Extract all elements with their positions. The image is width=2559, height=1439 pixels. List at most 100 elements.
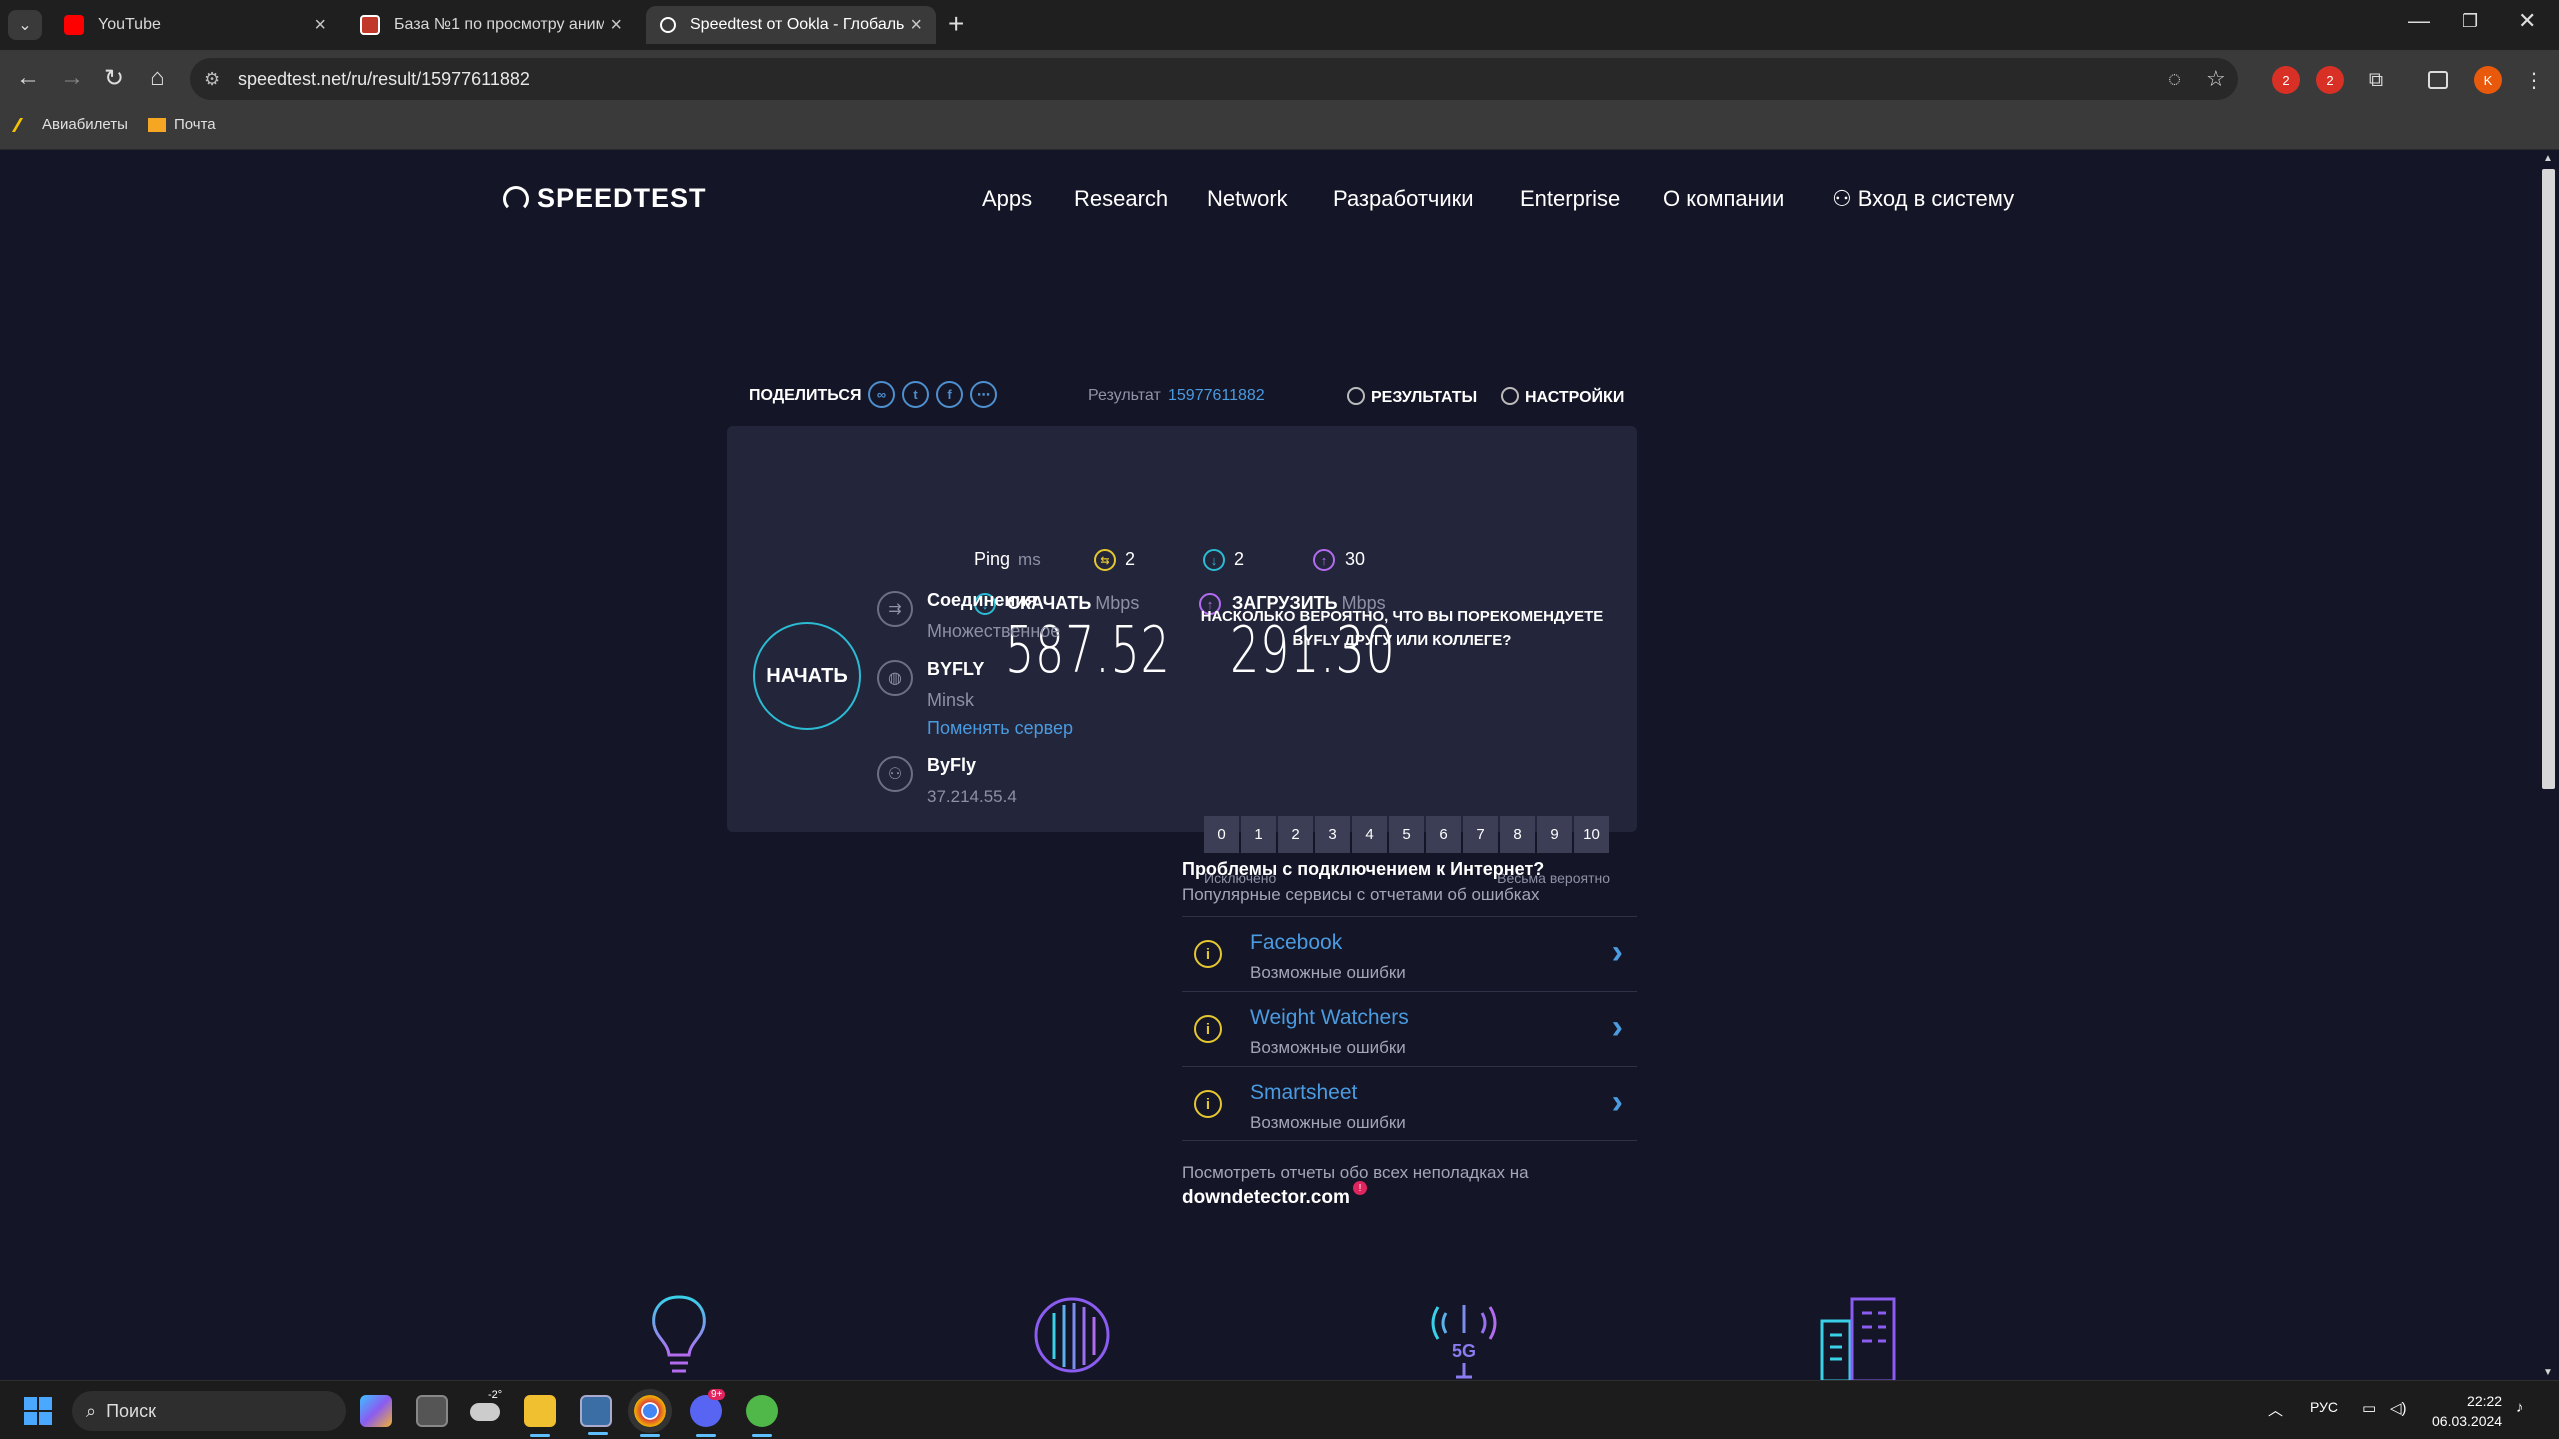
- nav-about[interactable]: О компании: [1663, 186, 1784, 212]
- server-title: BYFLY: [927, 659, 985, 679]
- svg-text:5G: 5G: [1452, 1341, 1476, 1361]
- nav-network[interactable]: Network: [1207, 186, 1288, 212]
- gauge-icon: [503, 185, 529, 212]
- notifications-bell-icon[interactable]: ♪: [2516, 1399, 2524, 1416]
- nav-apps[interactable]: Apps: [982, 186, 1032, 212]
- panel-details: Ping ms ⇆ 2 ↓ 2 ↑ 30 НАЧАТЬ ⇉ Соединения …: [727, 275, 1637, 886]
- user-icon: ⚇: [877, 756, 913, 792]
- anime-site-icon: [360, 15, 380, 35]
- score-4[interactable]: 4: [1352, 816, 1387, 853]
- problem-row-smartsheet[interactable]: i Smartsheet Возможные ошибки ›: [1182, 1066, 1637, 1141]
- bookmark-star-icon[interactable]: ☆: [2206, 66, 2226, 92]
- page-scrollbar[interactable]: ▲ ▼: [2538, 151, 2559, 1380]
- reload-button[interactable]: ↻: [104, 64, 124, 93]
- volume-icon[interactable]: ◁): [2390, 1399, 2407, 1417]
- score-3[interactable]: 3: [1315, 816, 1350, 853]
- eye-off-icon[interactable]: ◌: [2168, 66, 2181, 92]
- file-explorer-icon[interactable]: [524, 1395, 556, 1437]
- plane-icon: [11, 117, 39, 132]
- extension-2-icon[interactable]: 2: [2316, 66, 2344, 94]
- taskbar-clock[interactable]: 22:22 06.03.2024: [2432, 1391, 2502, 1431]
- service-name[interactable]: Weight Watchers: [1250, 1006, 1409, 1030]
- problem-row-weight-watchers[interactable]: i Weight Watchers Возможные ошибки ›: [1182, 991, 1637, 1066]
- copilot-icon[interactable]: [360, 1395, 392, 1427]
- utorrent-icon[interactable]: [746, 1395, 778, 1437]
- browser-menu-icon[interactable]: ⋮: [2520, 66, 2548, 94]
- connections-title: Соединения: [927, 590, 1037, 610]
- home-button[interactable]: ⌂: [150, 64, 165, 92]
- score-1[interactable]: 1: [1241, 816, 1276, 853]
- service-name[interactable]: Smartsheet: [1250, 1081, 1357, 1105]
- tab-anime[interactable]: База №1 по просмотру аниме ×: [346, 6, 636, 44]
- scrollbar-thumb[interactable]: [2542, 169, 2555, 789]
- info-icon: i: [1194, 940, 1222, 968]
- score-9[interactable]: 9: [1537, 816, 1572, 853]
- problems-subheading: Популярные сервисы с отчетами об ошибках: [1182, 885, 1540, 904]
- score-10[interactable]: 10: [1574, 816, 1609, 853]
- score-2[interactable]: 2: [1278, 816, 1313, 853]
- server-city: Minsk: [927, 690, 975, 710]
- downdetector-link[interactable]: downdetector.com: [1182, 1187, 1350, 1209]
- score-0[interactable]: 0: [1204, 816, 1239, 853]
- ping-upload-value: 30: [1345, 549, 1366, 569]
- change-server-link[interactable]: Поменять сервер: [927, 718, 1073, 739]
- speedtest-icon: [660, 17, 676, 33]
- info-icon: i: [1194, 1090, 1222, 1118]
- close-tab-icon[interactable]: ×: [314, 14, 326, 37]
- tab-youtube[interactable]: YouTube ×: [50, 6, 340, 44]
- language-indicator[interactable]: РУС: [2310, 1399, 2338, 1415]
- task-manager-icon[interactable]: [580, 1395, 612, 1435]
- nav-research[interactable]: Research: [1074, 186, 1168, 212]
- score-5[interactable]: 5: [1389, 816, 1424, 853]
- score-8[interactable]: 8: [1500, 816, 1535, 853]
- buildings-icon: [1820, 1297, 1896, 1380]
- bookmark-mail[interactable]: Почта: [148, 116, 216, 133]
- service-name[interactable]: Facebook: [1250, 931, 1342, 955]
- close-tab-icon[interactable]: ×: [610, 14, 622, 37]
- tray-overflow-icon[interactable]: ︿: [2268, 1399, 2283, 1420]
- new-tab-button[interactable]: +: [948, 8, 964, 40]
- windows-start-button[interactable]: [24, 1397, 52, 1425]
- downdetector-text: Посмотреть отчеты обо всех неполадках на: [1182, 1163, 1529, 1182]
- discord-icon[interactable]: 9+: [690, 1389, 726, 1437]
- nav-developers[interactable]: Разработчики: [1333, 186, 1474, 212]
- chevron-right-icon[interactable]: ›: [1612, 1083, 1623, 1122]
- chevron-right-icon[interactable]: ›: [1612, 933, 1623, 972]
- side-panel-icon[interactable]: [2428, 71, 2448, 89]
- problem-row-facebook[interactable]: i Facebook Возможные ошибки ›: [1182, 916, 1637, 991]
- ping-idle-icon: ⇆: [1094, 549, 1116, 571]
- chevron-right-icon[interactable]: ›: [1612, 1008, 1623, 1047]
- chrome-icon[interactable]: [628, 1389, 672, 1437]
- bookmark-flights[interactable]: Авиабилеты: [11, 116, 128, 133]
- tab-speedtest[interactable]: Speedtest от Ookla - Глобальн ×: [646, 6, 936, 44]
- close-window-button[interactable]: ✕: [2518, 8, 2536, 34]
- youtube-icon: [64, 15, 84, 35]
- start-test-button[interactable]: НАЧАТЬ: [753, 622, 861, 730]
- cloud-icon: [470, 1403, 500, 1421]
- data-globe-icon: [1034, 1297, 1110, 1373]
- nav-login[interactable]: ⚇ Вход в систему: [1832, 186, 2014, 212]
- taskbar-search[interactable]: ⌕ Поиск: [72, 1391, 346, 1431]
- nav-enterprise[interactable]: Enterprise: [1520, 186, 1620, 212]
- address-bar[interactable]: ⚙ speedtest.net/ru/result/15977611882 ◌ …: [190, 58, 2238, 100]
- scroll-down-arrow-icon[interactable]: ▼: [2543, 1367, 2553, 1378]
- profile-avatar[interactable]: K: [2474, 66, 2502, 94]
- scroll-up-arrow-icon[interactable]: ▲: [2543, 153, 2553, 164]
- close-tab-icon[interactable]: ×: [910, 14, 922, 37]
- site-info-icon[interactable]: ⚙: [204, 69, 232, 90]
- extensions-puzzle-icon[interactable]: ⧉: [2362, 66, 2390, 94]
- url-text[interactable]: speedtest.net/ru/result/15977611882: [238, 69, 530, 90]
- task-view-icon[interactable]: [416, 1395, 448, 1427]
- extension-1-icon[interactable]: 2: [2272, 66, 2300, 94]
- minimize-button[interactable]: —: [2408, 8, 2430, 34]
- network-icon[interactable]: ▭: [2362, 1399, 2376, 1417]
- restore-button[interactable]: ❐: [2462, 11, 2478, 32]
- connections-icon: ⇉: [877, 591, 913, 627]
- weather-widget[interactable]: -2°: [470, 1389, 502, 1427]
- forward-button[interactable]: →: [60, 64, 84, 92]
- speedtest-logo[interactable]: SPEEDTEST: [503, 183, 707, 214]
- tab-search-dropdown[interactable]: ⌄: [8, 10, 42, 40]
- back-button[interactable]: ←: [16, 64, 40, 92]
- score-7[interactable]: 7: [1463, 816, 1498, 853]
- score-6[interactable]: 6: [1426, 816, 1461, 853]
